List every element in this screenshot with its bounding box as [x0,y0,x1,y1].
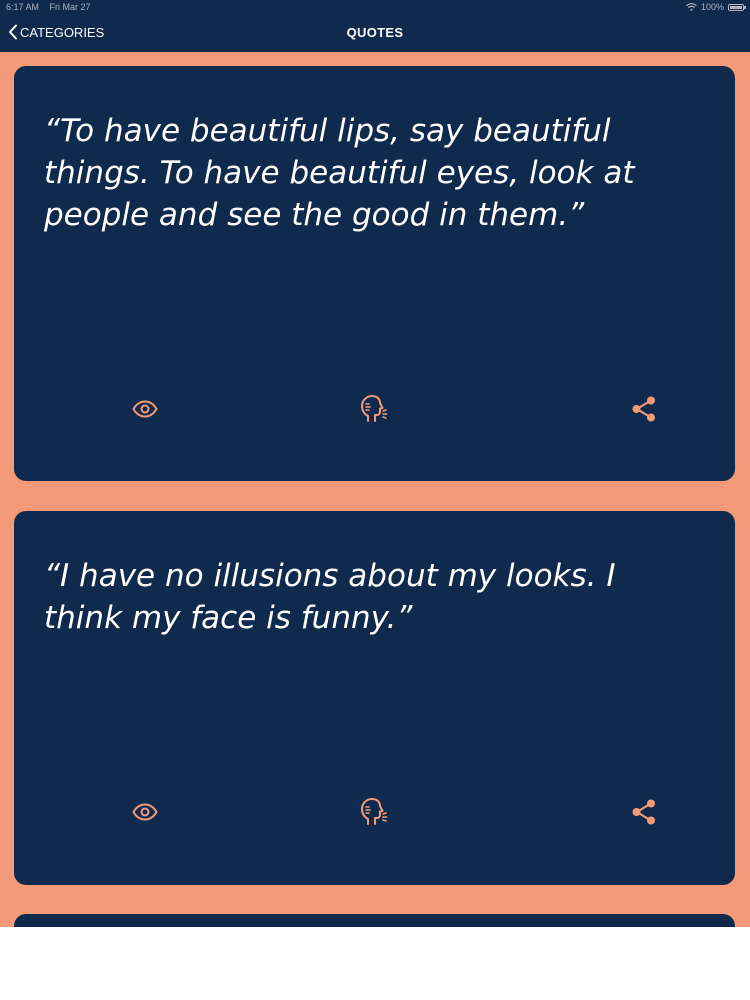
battery-percent: 100% [700,2,724,12]
share-button[interactable] [629,394,659,424]
status-left: 6:17 AM Fri Mar 27 [6,0,99,14]
view-button[interactable] [130,394,160,424]
status-time: 6:17 AM [6,2,40,12]
quote-text: “I have no illusions about my looks. I t… [44,558,616,636]
quote-actions [14,797,735,827]
speak-button[interactable] [358,797,388,827]
status-right: 100% [686,0,746,14]
quote-card: “To have beautiful lips, say beautiful t… [14,66,735,481]
quote-actions [14,394,735,424]
quote-card-partial [14,914,735,927]
top-bar: 6:17 AM Fri Mar 27 100% CATEGORIES QUOTE… [0,0,750,52]
share-icon [632,799,655,825]
speak-icon [361,395,388,422]
share-icon [632,396,655,422]
status-bar: 6:17 AM Fri Mar 27 100% [0,0,750,14]
eye-icon [132,803,158,821]
speak-button[interactable] [358,394,388,424]
share-button[interactable] [629,797,659,827]
eye-icon [132,400,158,418]
speak-icon [361,798,388,825]
battery-icon [728,3,746,11]
app-screen: 6:17 AM Fri Mar 27 100% CATEGORIES QUOTE… [0,0,750,927]
page-title: QUOTES [346,25,404,40]
view-button[interactable] [130,797,160,827]
status-date: Fri Mar 27 [49,2,91,12]
navigation-bar: CATEGORIES QUOTES [0,14,750,52]
wifi-icon [686,3,697,11]
quote-text: “To have beautiful lips, say beautiful t… [44,113,635,233]
quote-card: “I have no illusions about my looks. I t… [14,511,735,885]
